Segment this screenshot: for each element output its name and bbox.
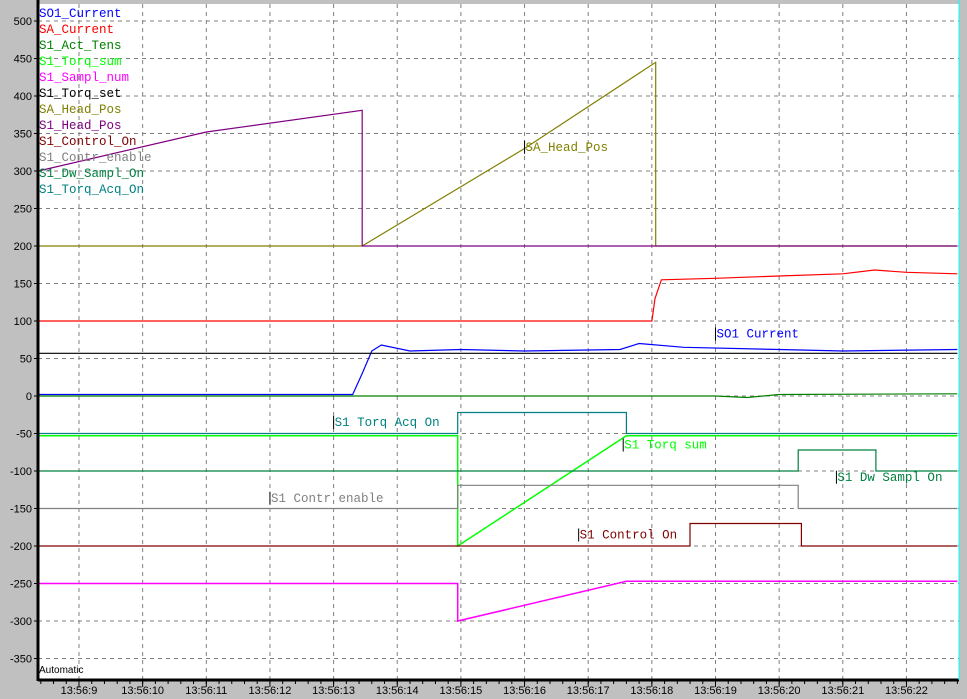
y-tick-label: -250 — [10, 579, 32, 591]
y-tick-label: 0 — [26, 391, 32, 403]
legend-entry-s1-contr-enable[interactable]: S1_Contr_enable — [39, 150, 152, 166]
annotation-label: SO1 Current — [717, 328, 800, 342]
x-tick-label: 13:56:13 — [312, 685, 355, 697]
y-tick-label: 350 — [14, 129, 32, 141]
annotation-label: S1 Torq Acq On — [335, 416, 440, 430]
legend-entry-s1-act-tens[interactable]: S1_Act_Tens — [39, 38, 152, 54]
x-tick-label: 13:56:21 — [821, 685, 864, 697]
x-tick-label: 13:56:14 — [376, 685, 419, 697]
legend-entry-s1-head-pos[interactable]: S1_Head_Pos — [39, 118, 152, 134]
annotation-label: S1 Torq sum — [624, 439, 707, 453]
x-tick-label: 13:56:15 — [439, 685, 482, 697]
annotation-label: SA_Head_Pos — [526, 141, 609, 155]
legend-entry-sa-current[interactable]: SA_Current — [39, 22, 152, 38]
y-tick-label: 200 — [14, 241, 32, 253]
annotation-label: S1 Dw Sampl On — [837, 471, 942, 485]
annotation-label: S1 Contr enable — [271, 492, 384, 506]
x-tick-label: 13:56:18 — [630, 685, 673, 697]
y-tick-label: -350 — [10, 654, 32, 666]
y-tick-label: 150 — [14, 279, 32, 291]
x-tick-label: 13:56:22 — [885, 685, 928, 697]
y-tick-label: 50 — [20, 354, 32, 366]
y-tick-label: 500 — [14, 16, 32, 28]
y-tick-label: -100 — [10, 466, 32, 478]
legend-entry-s1-torq-acq-on[interactable]: S1_Torq_Acq_On — [39, 182, 152, 198]
legend-entry-sa-head-pos[interactable]: SA_Head_Pos — [39, 102, 152, 118]
y-tick-label: 250 — [14, 204, 32, 216]
y-tick-label: 400 — [14, 91, 32, 103]
annotation-label: S1 Control On — [580, 529, 678, 543]
x-tick-label: 13:56:16 — [503, 685, 546, 697]
chart-legend: SO1_Current SA_Current S1_Act_Tens S1_Torq_… — [39, 6, 152, 198]
plot-background — [38, 4, 959, 680]
y-tick-label: -200 — [10, 541, 32, 553]
legend-entry-s1-control-on[interactable]: S1_Control_On — [39, 134, 152, 150]
legend-entry-s1-torq-sum[interactable]: S1_Torq_sum — [39, 54, 152, 70]
y-tick-label: 450 — [14, 54, 32, 66]
x-tick-label: 13:56:9 — [61, 685, 98, 697]
y-tick-label: -150 — [10, 504, 32, 516]
x-tick-label: 13:56:20 — [758, 685, 801, 697]
x-tick-label: 13:56:17 — [567, 685, 610, 697]
x-tick-label: 13:56:12 — [249, 685, 292, 697]
x-tick-label: 13:56:10 — [121, 685, 164, 697]
legend-entry-s1-sampl-num[interactable]: S1_Sampl_num — [39, 70, 152, 86]
x-tick-label: 13:56:11 — [185, 685, 227, 697]
legend-entry-s1-dw-sampl-on[interactable]: S1_Dw_Sampl_On — [39, 166, 152, 182]
legend-entry-s1-torq-set[interactable]: S1_Torq_set — [39, 86, 152, 102]
legend-entry-so1-current[interactable]: SO1_Current — [39, 6, 152, 22]
y-tick-label: 100 — [14, 316, 32, 328]
status-text: Automatic — [39, 665, 84, 676]
y-tick-label: -300 — [10, 616, 32, 628]
y-tick-label: -50 — [16, 429, 32, 441]
x-tick-label: 13:56:19 — [694, 685, 737, 697]
y-tick-label: 300 — [14, 166, 32, 178]
